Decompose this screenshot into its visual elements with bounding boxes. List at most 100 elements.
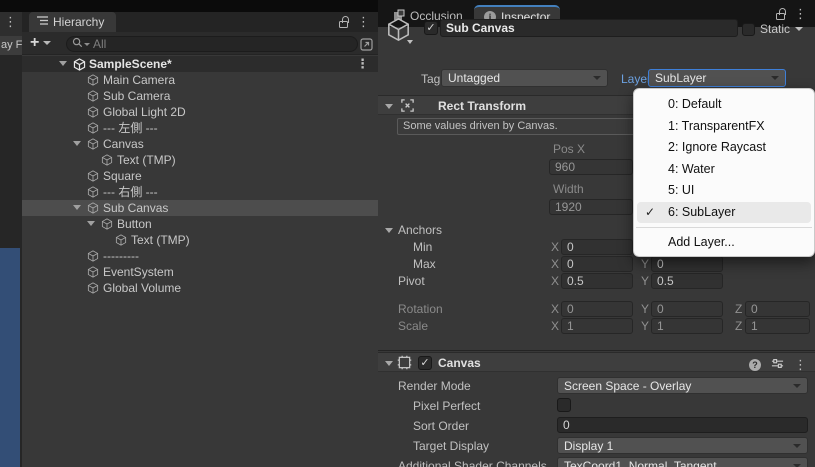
number-field[interactable]: 0 [561,256,633,272]
tree-row[interactable]: Canvas [22,136,378,152]
layer-menu-item[interactable]: ✓ 6: SubLayer [637,201,811,223]
lock-icon[interactable] [339,15,349,29]
axis-prefix-label: Y [641,302,650,316]
pixel-perfect-checkbox[interactable] [557,398,571,412]
number-field[interactable]: 0 [561,301,633,317]
scene-view-fragment [0,248,20,467]
static-checkbox[interactable] [742,22,755,36]
axis-prefix-label: X [551,274,560,288]
number-field[interactable]: 0 [651,301,723,317]
tree-row[interactable]: Global Light 2D [22,104,378,120]
search-icon [72,37,83,51]
section-divider [378,350,815,351]
tree-row[interactable]: Text (TMP) [22,152,378,168]
render-mode-dropdown[interactable]: Screen Space - Overlay [557,377,808,394]
chevron-down-icon [793,383,801,388]
sort-order-field[interactable]: 0 [557,417,808,433]
tree-row[interactable]: --- 右側 --- [22,184,378,200]
number-field[interactable]: 1 [651,318,723,334]
number-field[interactable]: 0 [561,239,633,255]
tree-row[interactable]: Square [22,168,378,184]
number-field[interactable]: 0 [745,301,810,317]
static-flags-caret-icon[interactable] [795,27,804,31]
hierarchy-tab-bar: Hierarchy ⋮ [22,12,378,32]
axis-prefix-label: Y [641,319,650,333]
gameobject-name-field[interactable] [440,19,738,37]
tree-row[interactable]: Sub Canvas [22,200,378,216]
property-label: Render Mode [398,379,471,393]
axis-prefix-label: Y [641,274,650,288]
lock-icon[interactable] [776,7,786,21]
tree-item-label: Sub Canvas [103,201,169,215]
foldout-triangle-icon[interactable] [385,104,393,109]
kebab-menu-icon[interactable]: ⋮ [794,7,807,21]
property-row: Pivot X 0.5 Y 0.5 [378,273,815,290]
tag-dropdown[interactable]: Untagged [441,69,608,87]
tree-row[interactable]: Button [22,216,378,232]
kebab-menu-icon[interactable]: ⋮ [4,15,17,28]
menu-item-label: 5: UI [668,183,695,197]
foldout-triangle-icon[interactable] [73,205,81,210]
tag-value: Untagged [448,71,501,85]
pos-x-field[interactable]: 960 [549,159,633,175]
layer-dropdown[interactable]: SubLayer [648,69,786,87]
width-field[interactable]: 1920 [549,199,633,215]
foldout-triangle-icon[interactable] [385,361,393,366]
tree-row[interactable]: Sub Camera [22,88,378,104]
gameobject-active-checkbox[interactable]: ✓ [424,21,438,35]
kebab-menu-icon[interactable]: ⋮ [357,15,370,29]
add-gameobject-button[interactable]: + [30,34,52,52]
kebab-menu-icon[interactable]: ⋮ [356,57,369,71]
kebab-menu-icon[interactable]: ⋮ [794,358,807,372]
number-field[interactable]: 0.5 [561,273,633,289]
property-row: Sort Order 0 [378,417,815,437]
layer-menu-item[interactable]: 0: Default [634,94,814,116]
number-field[interactable]: 0 [651,256,723,272]
help-icon[interactable]: ? [749,359,761,371]
anchors-foldout-icon[interactable] [385,228,393,233]
tree-row[interactable]: --------- [22,248,378,264]
layer-menu-item[interactable]: 1: TransparentFX [634,116,814,138]
tree-row[interactable]: Global Volume [22,280,378,296]
tree-row[interactable]: SampleScene* ⋮ [22,56,378,72]
canvas-enabled-checkbox[interactable]: ✓ [418,356,432,370]
layer-menu-item[interactable]: 4: Water [634,159,814,181]
layer-menu-item[interactable]: 2: Ignore Raycast [634,137,814,159]
additional-shader-channels-dropdown[interactable]: TexCoord1, Normal, Tangent [557,457,808,467]
chevron-down-icon [593,76,601,80]
tree-row[interactable]: Main Camera [22,72,378,88]
number-field[interactable]: 0.5 [651,273,723,289]
property-label: Additional Shader Channels [398,459,547,467]
tree-item-label: Canvas [103,137,144,151]
tree-item-label: --- 左側 --- [103,121,158,135]
tree-row[interactable]: --- 左側 --- [22,120,378,136]
open-search-window-icon[interactable] [358,36,374,52]
target-display-dropdown[interactable]: Display 1 [557,437,808,454]
rect-transform-icon [400,98,415,116]
foldout-triangle-icon[interactable] [73,141,81,146]
foldout-triangle-icon[interactable] [87,221,95,226]
canvas-header[interactable]: ✓ Canvas ? ⋮ [378,352,815,372]
search-input[interactable] [93,37,352,51]
tree-row[interactable]: Text (TMP) [22,232,378,248]
tree-item-label: Sub Camera [103,89,171,103]
hierarchy-search-field[interactable] [66,36,358,52]
number-field[interactable]: 1 [561,318,633,334]
property-row: Rotation X 0 Y 0 Z 0 [378,301,815,318]
plus-icon: + [30,34,40,51]
canvas-component-icon [397,355,412,373]
foldout-triangle-icon[interactable] [59,61,67,66]
layer-menu-item[interactable]: Add Layer... [634,232,814,254]
presets-icon[interactable] [771,357,784,373]
window-chrome-strip [0,0,22,12]
layer-menu-item[interactable]: 5: UI [634,180,814,202]
tab-hierarchy[interactable]: Hierarchy [29,12,117,32]
static-label: Static [760,22,791,36]
number-field[interactable]: 1 [745,318,810,334]
property-row: Scale X 1 Y 1 Z 1 [378,318,815,335]
axis-prefix-label: X [551,240,560,254]
property-row: Additional Shader Channels TexCoord1, Nor… [378,457,815,467]
chevron-down-icon[interactable] [407,40,413,44]
property-label: Pivot [398,274,425,288]
tree-row[interactable]: EventSystem [22,264,378,280]
